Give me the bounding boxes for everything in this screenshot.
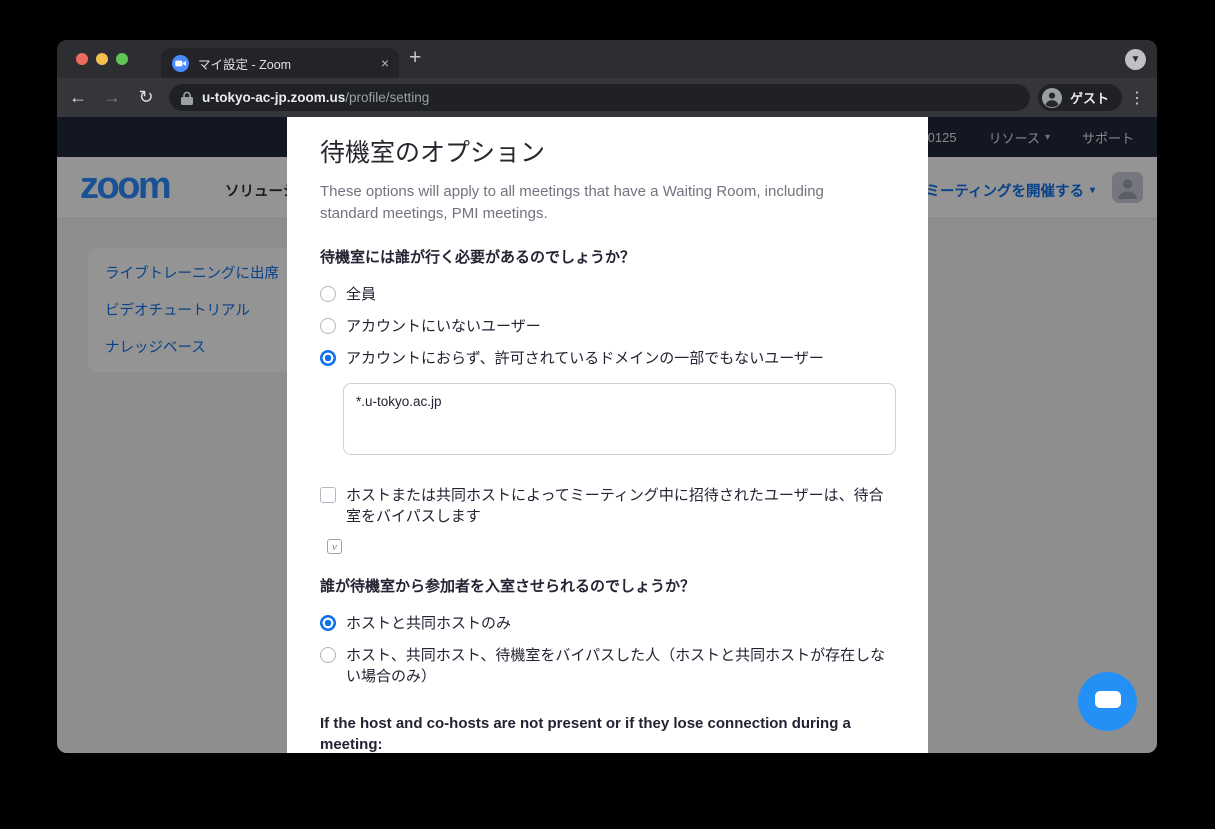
waiting-room-options-modal: 待機室のオプション These options will apply to al…	[287, 117, 928, 753]
desktop: マイ設定 - Zoom × + ▼ ← → ↻ u-tokyo-ac-jp.zo…	[0, 0, 1215, 829]
forward-button[interactable]: →	[99, 87, 125, 108]
radio-option-host-and-cohosts-only[interactable]: ホストと共同ホストのみ	[320, 613, 896, 634]
guest-avatar-icon	[1042, 88, 1062, 108]
lock-icon	[181, 91, 193, 105]
tab-title: マイ設定 - Zoom	[198, 54, 372, 73]
fullscreen-window-button[interactable]	[116, 53, 128, 65]
radio-option-users-not-in-account[interactable]: アカウントにいないユーザー	[320, 316, 896, 337]
back-button[interactable]: ←	[65, 87, 91, 108]
tab-strip: マイ設定 - Zoom × + ▼	[57, 40, 1157, 78]
v-badge-icon: v	[327, 539, 342, 554]
url-path: /profile/setting	[345, 90, 429, 105]
page-viewport: 88.799.0125 リソース ▾ サポート zoom ソリューション ミーテ…	[57, 117, 1157, 753]
chat-support-button[interactable]	[1078, 672, 1137, 731]
radio-label: アカウントにおらず、許可されているドメインの一部でもないユーザー	[346, 348, 824, 369]
radio-label: ホスト、共同ホスト、待機室をバイパスした人（ホストと共同ホストが存在しない場合の…	[346, 645, 891, 687]
window-controls	[76, 53, 128, 65]
radio-option-host-cohosts-and-bypassers[interactable]: ホスト、共同ホスト、待機室をバイパスした人（ホストと共同ホストが存在しない場合の…	[320, 645, 896, 687]
checkbox-option-bypass-invited-users[interactable]: ホストまたは共同ホストによってミーティング中に招待されたユーザーは、待合室をバイ…	[320, 485, 896, 527]
zoom-favicon-icon	[172, 55, 189, 72]
radio-icon-selected[interactable]	[320, 615, 336, 631]
radio-option-everyone[interactable]: 全員	[320, 284, 896, 305]
url-host: u-tokyo-ac-jp.zoom.us	[202, 90, 345, 105]
checkbox-label: ホストまたは共同ホストによってミーティング中に招待されたユーザーは、待合室をバイ…	[346, 485, 891, 527]
radio-icon[interactable]	[320, 286, 336, 302]
radio-icon[interactable]	[320, 318, 336, 334]
allowed-domains-input[interactable]: *.u-tokyo.ac.jp	[343, 383, 896, 455]
search-tabs-button[interactable]: ▼	[1125, 49, 1146, 70]
question-host-not-present: If the host and co-hosts are not present…	[320, 713, 896, 753]
radio-label: 全員	[346, 284, 376, 305]
url-text: u-tokyo-ac-jp.zoom.us/profile/setting	[202, 89, 429, 107]
new-tab-button[interactable]: +	[409, 46, 421, 70]
profile-label: ゲスト	[1070, 88, 1109, 107]
radio-option-users-not-in-account-or-domains[interactable]: アカウントにおらず、許可されているドメインの一部でもないユーザー	[320, 348, 896, 369]
checkbox-icon[interactable]	[320, 487, 336, 503]
browser-menu-icon[interactable]: ⋮	[1125, 88, 1149, 108]
radio-label: ホストと共同ホストのみ	[346, 613, 511, 634]
chat-bubble-icon	[1095, 691, 1121, 708]
close-window-button[interactable]	[76, 53, 88, 65]
close-tab-icon[interactable]: ×	[381, 56, 389, 70]
minimize-window-button[interactable]	[96, 53, 108, 65]
modal-title: 待機室のオプション	[320, 139, 896, 167]
browser-window: マイ設定 - Zoom × + ▼ ← → ↻ u-tokyo-ac-jp.zo…	[57, 40, 1157, 753]
radio-icon-selected[interactable]	[320, 350, 336, 366]
profile-chip[interactable]: ゲスト	[1038, 84, 1122, 111]
question-who-can-admit: 誰が待機室から参加者を入室させられるのでしょうか？	[320, 576, 896, 597]
browser-tab[interactable]: マイ設定 - Zoom ×	[161, 48, 399, 78]
reload-button[interactable]: ↻	[133, 87, 159, 108]
address-bar[interactable]: u-tokyo-ac-jp.zoom.us/profile/setting	[169, 84, 1030, 111]
modal-description: These options will apply to all meetings…	[320, 181, 865, 225]
browser-toolbar: ← → ↻ u-tokyo-ac-jp.zoom.us/profile/sett…	[57, 78, 1157, 117]
question-who-goes-to-waiting-room: 待機室には誰が行く必要があるのでしょうか？	[320, 247, 896, 268]
radio-icon[interactable]	[320, 647, 336, 663]
radio-label: アカウントにいないユーザー	[346, 316, 541, 337]
